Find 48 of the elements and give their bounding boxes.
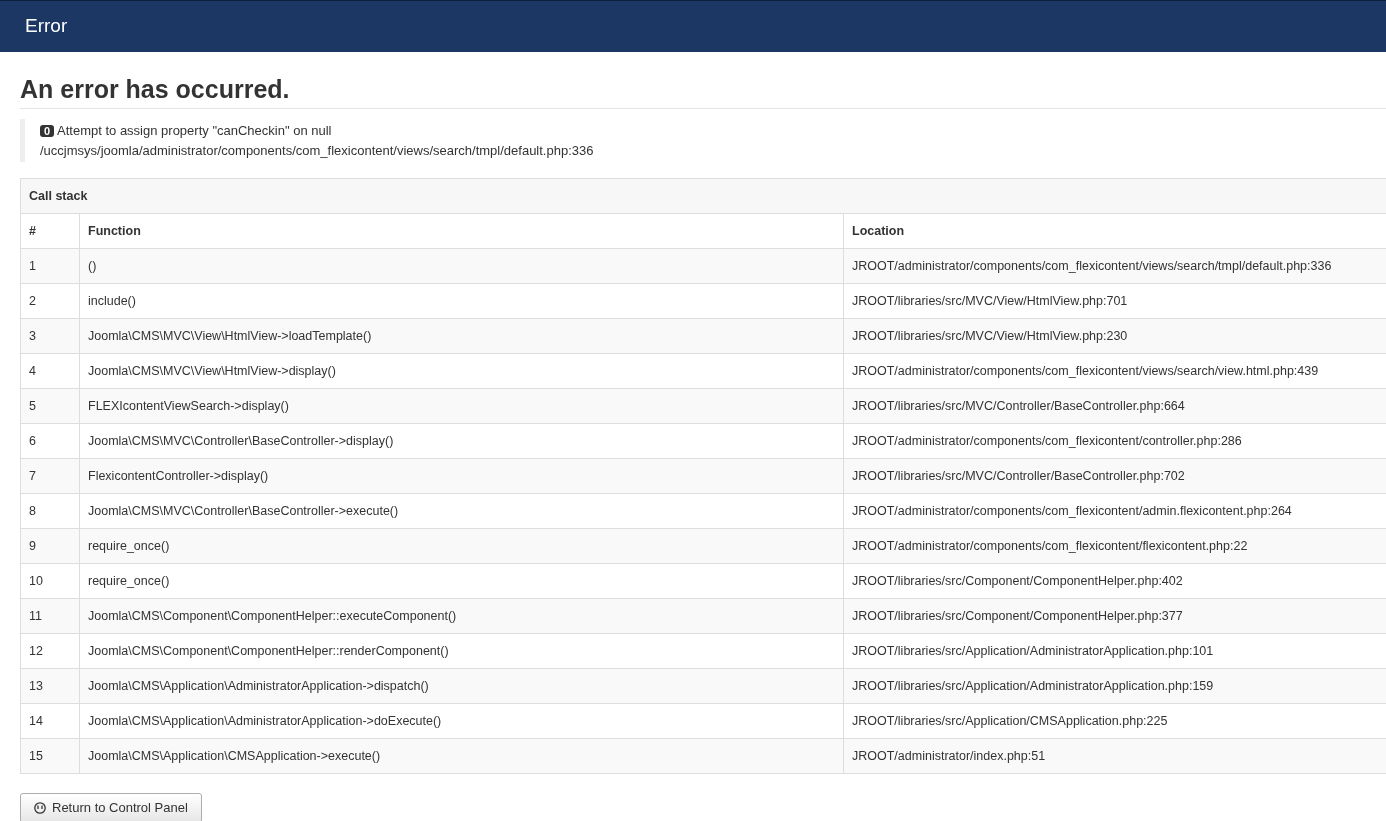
table-cell: Joomla\CMS\MVC\Controller\BaseController->display() [79, 423, 844, 459]
column-header: Function [79, 213, 844, 249]
table-cell: Joomla\CMS\Application\CMSApplication->execute() [79, 738, 844, 774]
table-cell: JROOT/libraries/src/Application/AdministratorApplication.php:159 [843, 668, 1386, 704]
page-header-title: Error [25, 14, 68, 39]
table-cell: Joomla\CMS\Component\ComponentHelper::renderComponent() [79, 633, 844, 669]
table-cell: () [79, 248, 844, 284]
table-cell: JROOT/libraries/src/MVC/Controller/BaseController.php:664 [843, 388, 1386, 424]
error-file-path: /uccjmsys/joomla/administrator/components/com_flexicontent/views/search/tmpl/default.php:336 [40, 142, 595, 160]
table-cell: 8 [20, 493, 80, 529]
table-cell: FlexicontentController->display() [79, 458, 844, 494]
table-cell: 4 [20, 353, 80, 389]
table-cell: include() [79, 283, 844, 319]
table-cell: Joomla\CMS\Component\ComponentHelper::executeComponent() [79, 598, 844, 634]
table-cell: Joomla\CMS\MVC\Controller\BaseController->execute() [79, 493, 844, 529]
table-cell: JROOT/libraries/src/MVC/Controller/BaseController.php:702 [843, 458, 1386, 494]
table-cell: 14 [20, 703, 80, 739]
table-cell: 5 [20, 388, 80, 424]
table-cell: Joomla\CMS\MVC\View\HtmlView->loadTemplate() [79, 318, 844, 354]
table-cell: JROOT/libraries/src/MVC/View/HtmlView.php:230 [843, 318, 1386, 354]
return-to-control-panel-button[interactable]: Return to Control Panel [20, 793, 202, 821]
error-code-badge: 0 [40, 125, 55, 137]
table-cell: 12 [20, 633, 80, 669]
table-cell: JROOT/administrator/components/com_flexicontent/views/search/tmpl/default.php:336 [843, 248, 1386, 284]
table-cell: 3 [20, 318, 80, 354]
table-cell: 9 [20, 528, 80, 564]
table-cell: 15 [20, 738, 80, 774]
call-stack-title: Call stack [20, 178, 1386, 214]
table-cell: JROOT/administrator/components/com_flexicontent/flexicontent.php:22 [843, 528, 1386, 564]
column-header: # [20, 213, 80, 249]
table-cell: JROOT/administrator/index.php:51 [843, 738, 1386, 774]
error-heading: An error has occurred. [20, 74, 1386, 109]
table-cell: JROOT/libraries/src/Component/ComponentHelper.php:377 [843, 598, 1386, 634]
table-cell: 11 [20, 598, 80, 634]
error-message: Attempt to assign property "canCheckin" on null [57, 123, 332, 138]
table-cell: 2 [20, 283, 80, 319]
table-cell: 1 [20, 248, 80, 284]
table-cell: Joomla\CMS\Application\AdministratorApplication->doExecute() [79, 703, 844, 739]
table-cell: 13 [20, 668, 80, 704]
table-cell: 6 [20, 423, 80, 459]
table-cell: 10 [20, 563, 80, 599]
table-cell: Joomla\CMS\MVC\View\HtmlView->display() [79, 353, 844, 389]
power-icon [34, 801, 46, 814]
table-cell: require_once() [79, 563, 844, 599]
table-cell: require_once() [79, 528, 844, 564]
table-cell: 7 [20, 458, 80, 494]
table-cell: Joomla\CMS\Application\AdministratorApplication->dispatch() [79, 668, 844, 704]
table-cell: FLEXIcontentViewSearch->display() [79, 388, 844, 424]
